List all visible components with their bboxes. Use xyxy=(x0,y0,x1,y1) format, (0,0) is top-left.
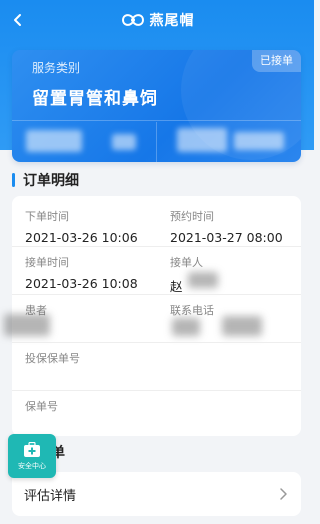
order-time-field: 下单时间 2021-03-26 10:06 xyxy=(25,208,138,245)
redacted-info-left xyxy=(26,130,82,152)
navbar: 燕尾帽 xyxy=(0,0,314,40)
row-divider xyxy=(12,390,301,391)
redacted-phone-2 xyxy=(222,316,262,336)
back-button[interactable] xyxy=(6,8,30,32)
service-card: 已接单 服务类别 留置胃管和鼻饲 xyxy=(12,50,301,162)
insurance-no-label: 投保保单号 xyxy=(25,352,80,365)
phone-field: 联系电话 xyxy=(170,302,214,318)
redacted-patient xyxy=(4,314,50,336)
section-accent-bar xyxy=(12,173,15,187)
row-divider xyxy=(12,342,301,343)
accept-time-label: 接单时间 xyxy=(25,256,69,269)
policy-no-field: 保单号 xyxy=(25,398,58,414)
redacted-acceptor xyxy=(188,272,218,288)
card-vertical-divider xyxy=(156,122,157,162)
insurance-no-field: 投保保单号 xyxy=(25,350,80,366)
medical-kit-icon xyxy=(24,441,40,457)
status-badge: 已接单 xyxy=(252,50,301,72)
order-time-label: 下单时间 xyxy=(25,210,69,223)
row-divider xyxy=(12,294,301,295)
service-type-label: 服务类别 xyxy=(32,61,81,75)
row-divider xyxy=(12,246,301,247)
chevron-left-icon xyxy=(14,14,21,26)
appointment-time-label: 预约时间 xyxy=(170,210,214,223)
order-detail-panel: 下单时间 2021-03-26 10:06 预约时间 2021-03-27 08… xyxy=(4,196,301,436)
brand-name: 燕尾帽 xyxy=(149,13,195,29)
accept-time-field: 接单时间 2021-03-26 10:08 xyxy=(25,254,138,291)
evaluation-detail-row[interactable]: 评估详情 xyxy=(12,472,301,516)
phone-label: 联系电话 xyxy=(170,304,214,317)
appointment-time-value: 2021-03-27 08:00 xyxy=(170,230,283,245)
safety-center-label: 安全中心 xyxy=(18,461,46,470)
safety-center-button[interactable]: 安全中心 xyxy=(8,434,56,478)
service-type-name: 留置胃管和鼻饲 xyxy=(32,89,158,109)
evaluation-detail-label: 评估详情 xyxy=(24,488,77,504)
brand: 燕尾帽 xyxy=(120,10,195,30)
redacted-phone xyxy=(172,318,200,336)
appointment-time-field: 预约时间 2021-03-27 08:00 xyxy=(170,208,283,245)
redacted-info-right-2 xyxy=(234,132,284,150)
redacted-info-right xyxy=(177,128,227,152)
acceptor-label: 接单人 xyxy=(170,256,203,269)
redacted-info-left-2 xyxy=(112,134,136,150)
chevron-right-icon xyxy=(280,488,287,500)
order-section-header: 订单明细 xyxy=(12,170,79,190)
card-divider xyxy=(12,120,301,121)
order-time-value: 2021-03-26 10:06 xyxy=(25,230,138,245)
order-section-title: 订单明细 xyxy=(23,173,79,189)
swallow-logo-icon xyxy=(121,14,144,26)
accept-time-value: 2021-03-26 10:08 xyxy=(25,276,138,291)
policy-no-label: 保单号 xyxy=(25,400,58,413)
